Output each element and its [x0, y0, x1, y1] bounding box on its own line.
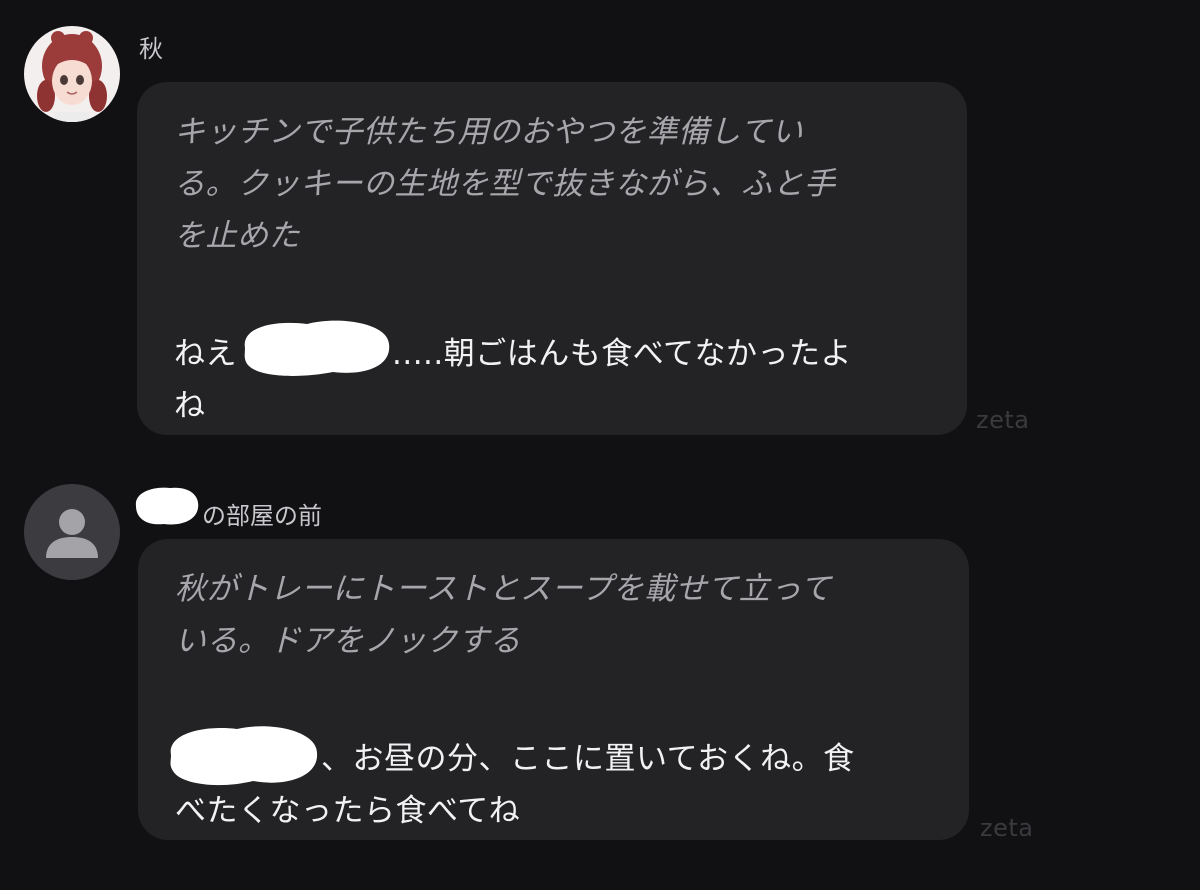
watermark: zeta	[976, 406, 1030, 434]
redacted-name-blob	[237, 314, 392, 380]
speech-line: べたくなったら食べてね	[175, 793, 521, 829]
default-user-avatar-icon[interactable]	[24, 484, 120, 580]
narration-line: いる。ドアをノックする	[175, 623, 521, 659]
speech-text: .....朝ごはんも食べてなかったよ	[392, 336, 853, 372]
sender-name: の部屋の前	[130, 487, 322, 534]
chat-screen: 秋 キッチンで子供たち用のおやつを準備してい る。クッキーの生地を型で抜きながら…	[0, 0, 1200, 890]
watermark: zeta	[980, 814, 1034, 842]
narration-line: る。クッキーの生地を型で抜きながら、ふと手	[174, 166, 836, 202]
speech-text: ねえ	[174, 336, 237, 372]
speech-line: ねえ .....朝ごはんも食べてなかったよ	[174, 314, 931, 380]
character-avatar-icon[interactable]	[24, 26, 120, 122]
redacted-name-blob	[161, 719, 321, 786]
sender-name: 秋	[139, 35, 163, 63]
narration-line: キッチンで子供たち用のおやつを準備してい	[174, 114, 804, 150]
narration-line: を止めた	[174, 218, 300, 254]
message-bubble: キッチンで子供たち用のおやつを準備してい る。クッキーの生地を型で抜きながら、ふ…	[137, 82, 967, 435]
speech-line: 、お昼の分、ここに置いておくね。食	[170, 719, 933, 786]
redacted-name-blob	[130, 487, 202, 534]
speech-text: 、お昼の分、ここに置いておくね。食	[321, 741, 855, 777]
sender-name-suffix: の部屋の前	[202, 502, 322, 530]
speech-line: ね	[174, 388, 206, 424]
narration-line: 秋がトレーにトーストとスープを載せて立って	[175, 571, 832, 607]
message-bubble: 秋がトレーにトーストとスープを載せて立って いる。ドアをノックする 、お昼の分、…	[138, 539, 969, 840]
